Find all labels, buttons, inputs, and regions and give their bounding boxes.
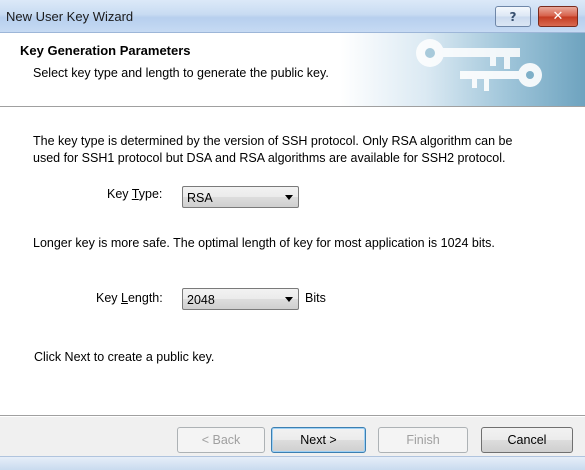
length-note: Longer key is more safe. The optimal len… [33, 236, 495, 250]
keys-icon [340, 33, 585, 106]
next-instruction: Click Next to create a public key. [34, 350, 215, 364]
back-button[interactable]: < Back [177, 427, 265, 453]
close-button[interactable]: ✕ [538, 6, 578, 27]
intro-text-line-1: The key type is determined by the versio… [33, 134, 513, 148]
chevron-down-icon [285, 297, 293, 302]
key-length-select[interactable]: 2048 [182, 288, 299, 310]
key-length-unit: Bits [305, 291, 326, 305]
page-subtitle: Select key type and length to generate t… [33, 66, 329, 80]
window-bottom-border [0, 456, 585, 470]
key-length-value: 2048 [187, 293, 215, 307]
finish-button[interactable]: Finish [378, 427, 468, 453]
help-icon: ? [509, 9, 517, 24]
cancel-button[interactable]: Cancel [481, 427, 573, 453]
page-title: Key Generation Parameters [20, 43, 191, 58]
intro-text-line-2: used for SSH1 protocol but DSA and RSA a… [33, 151, 506, 165]
key-type-label: Key Type: [107, 187, 163, 201]
close-icon: ✕ [552, 9, 564, 24]
help-button[interactable]: ? [495, 6, 531, 27]
key-type-select[interactable]: RSA [182, 186, 299, 208]
key-type-value: RSA [187, 191, 213, 205]
wizard-header: Key Generation Parameters Select key typ… [0, 33, 585, 107]
window-title: New User Key Wizard [6, 9, 134, 24]
chevron-down-icon [285, 195, 293, 200]
title-bar[interactable]: New User Key Wizard ? ✕ [0, 0, 585, 33]
next-button[interactable]: Next > [271, 427, 366, 453]
key-length-label: Key Length: [96, 291, 163, 305]
